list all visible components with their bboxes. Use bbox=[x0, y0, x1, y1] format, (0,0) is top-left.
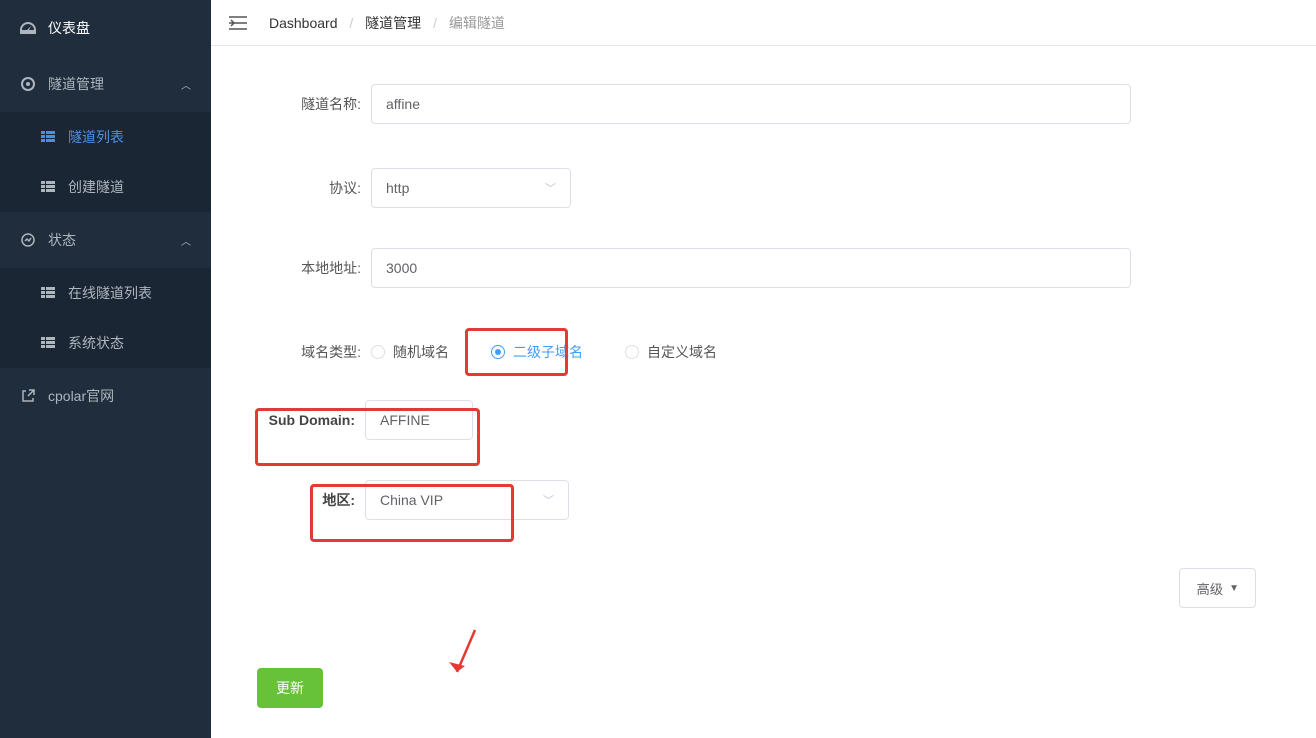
sidebar-item-label: 状态 bbox=[48, 230, 76, 250]
region-label: 地区: bbox=[315, 490, 365, 510]
main-content: Dashboard / 隧道管理 / 编辑隧道 隧道名称: 协议: http ﹀… bbox=[211, 0, 1316, 738]
sidebar-item-tunnel-list[interactable]: 隧道列表 bbox=[0, 112, 211, 162]
external-link-icon bbox=[20, 388, 36, 404]
status-icon bbox=[20, 232, 36, 248]
advanced-button[interactable]: 高级 ▼ bbox=[1179, 568, 1256, 608]
hamburger-icon[interactable] bbox=[229, 16, 247, 30]
radio-subdomain[interactable]: 二级子域名 bbox=[491, 342, 583, 362]
row-tunnel-name: 隧道名称: bbox=[241, 84, 1286, 124]
update-button[interactable]: 更新 bbox=[257, 668, 323, 708]
sidebar-item-label: 系统状态 bbox=[68, 333, 191, 353]
dashboard-icon bbox=[20, 20, 36, 36]
row-domain-type: 域名类型: 随机域名 二级子域名 自定义域名 bbox=[241, 342, 1286, 362]
sidebar-item-create-tunnel[interactable]: 创建隧道 bbox=[0, 162, 211, 212]
protocol-select-value: http bbox=[386, 180, 409, 196]
sidebar-item-status[interactable]: 状态 ︿ bbox=[0, 212, 211, 268]
region-select[interactable]: China VIP ﹀ bbox=[365, 480, 569, 520]
row-advanced: 高级 ▼ bbox=[241, 568, 1286, 608]
row-subdomain: Sub Domain: bbox=[255, 400, 1286, 440]
form-content: 隧道名称: 协议: http ﹀ 本地地址: 域名类型: 随 bbox=[211, 46, 1316, 738]
breadcrumb-item-current: 编辑隧道 bbox=[449, 15, 505, 31]
radio-circle-icon bbox=[491, 345, 505, 359]
advanced-button-label: 高级 bbox=[1196, 579, 1223, 598]
protocol-select[interactable]: http ﹀ bbox=[371, 168, 571, 208]
breadcrumb: Dashboard / 隧道管理 / 编辑隧道 bbox=[269, 13, 505, 33]
radio-label: 二级子域名 bbox=[513, 342, 583, 362]
grid-icon bbox=[40, 179, 56, 195]
domain-type-label: 域名类型: bbox=[241, 342, 371, 362]
tunnel-icon bbox=[20, 76, 36, 92]
breadcrumb-item[interactable]: 隧道管理 bbox=[365, 15, 421, 31]
sidebar-item-label: 仪表盘 bbox=[48, 18, 191, 38]
sidebar-item-cpolar-site[interactable]: cpolar官网 bbox=[0, 368, 211, 424]
subdomain-label: Sub Domain: bbox=[255, 412, 365, 428]
domain-type-radio-group: 随机域名 二级子域名 自定义域名 bbox=[371, 342, 717, 362]
sidebar: 仪表盘 隧道管理 ︿ 隧道列表 创建隧道 bbox=[0, 0, 211, 738]
sidebar-item-tunnel-mgmt[interactable]: 隧道管理 ︿ bbox=[0, 56, 211, 112]
chevron-down-icon: ﹀ bbox=[545, 180, 556, 196]
sidebar-item-label: 在线隧道列表 bbox=[68, 283, 191, 303]
breadcrumb-item[interactable]: Dashboard bbox=[269, 15, 338, 31]
topbar: Dashboard / 隧道管理 / 编辑隧道 bbox=[211, 0, 1316, 46]
row-protocol: 协议: http ﹀ bbox=[241, 168, 1286, 208]
radio-circle-icon bbox=[371, 345, 385, 359]
sidebar-item-label: cpolar官网 bbox=[48, 386, 191, 406]
sidebar-item-label: 隧道管理 bbox=[48, 74, 104, 94]
grid-icon bbox=[40, 335, 56, 351]
radio-label: 自定义域名 bbox=[647, 342, 717, 362]
caret-down-icon: ▼ bbox=[1229, 583, 1239, 594]
breadcrumb-separator: / bbox=[433, 15, 437, 31]
region-select-value: China VIP bbox=[380, 492, 443, 508]
local-addr-input[interactable] bbox=[371, 248, 1131, 288]
sidebar-item-online-tunnels[interactable]: 在线隧道列表 bbox=[0, 268, 211, 318]
tunnel-name-label: 隧道名称: bbox=[241, 94, 371, 114]
protocol-label: 协议: bbox=[241, 178, 371, 198]
row-region: 地区: China VIP ﹀ bbox=[315, 480, 1286, 520]
tunnel-name-input[interactable] bbox=[371, 84, 1131, 124]
subdomain-input[interactable] bbox=[365, 400, 473, 440]
sidebar-item-label: 创建隧道 bbox=[68, 177, 191, 197]
local-addr-label: 本地地址: bbox=[241, 258, 371, 278]
grid-icon bbox=[40, 285, 56, 301]
chevron-down-icon: ﹀ bbox=[543, 492, 554, 508]
chevron-up-icon: ︿ bbox=[181, 233, 191, 248]
sidebar-item-label: 隧道列表 bbox=[68, 127, 191, 147]
radio-label: 随机域名 bbox=[393, 342, 449, 362]
radio-circle-icon bbox=[625, 345, 639, 359]
radio-random-domain[interactable]: 随机域名 bbox=[371, 342, 449, 362]
breadcrumb-separator: / bbox=[349, 15, 353, 31]
sidebar-item-dashboard[interactable]: 仪表盘 bbox=[0, 0, 211, 56]
chevron-up-icon: ︿ bbox=[181, 77, 191, 92]
radio-custom-domain[interactable]: 自定义域名 bbox=[625, 342, 717, 362]
sidebar-item-system-status[interactable]: 系统状态 bbox=[0, 318, 211, 368]
row-local-addr: 本地地址: bbox=[241, 248, 1286, 288]
grid-icon bbox=[40, 129, 56, 145]
